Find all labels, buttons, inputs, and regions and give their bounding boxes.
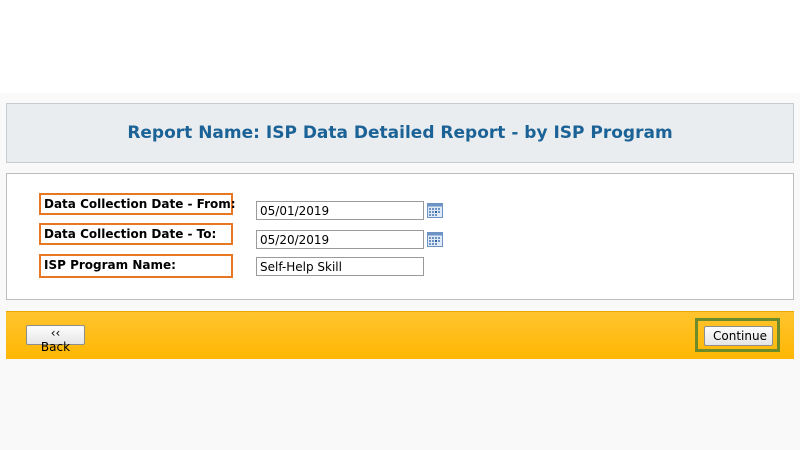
back-button[interactable]: ‹‹ Back: [26, 325, 85, 354]
to-date-label: Data Collection Date - To:: [39, 223, 233, 245]
continue-highlight: Continue: [695, 318, 780, 352]
calendar-icon[interactable]: [427, 203, 443, 218]
calendar-icon[interactable]: [427, 232, 443, 247]
top-blank-area: [0, 0, 800, 93]
report-criteria-form: Data Collection Date - From: Data Collec…: [6, 173, 794, 300]
to-date-input[interactable]: [256, 230, 424, 249]
report-header: Report Name: ISP Data Detailed Report - …: [6, 103, 794, 163]
isp-program-label: ISP Program Name:: [39, 254, 233, 278]
from-date-label: Data Collection Date - From:: [39, 193, 236, 215]
isp-program-input[interactable]: [256, 257, 424, 276]
action-bar: ‹‹ Back Continue: [6, 311, 794, 359]
continue-button[interactable]: Continue: [704, 326, 773, 346]
from-date-input[interactable]: [256, 201, 424, 220]
report-title: Report Name: ISP Data Detailed Report - …: [127, 123, 673, 143]
